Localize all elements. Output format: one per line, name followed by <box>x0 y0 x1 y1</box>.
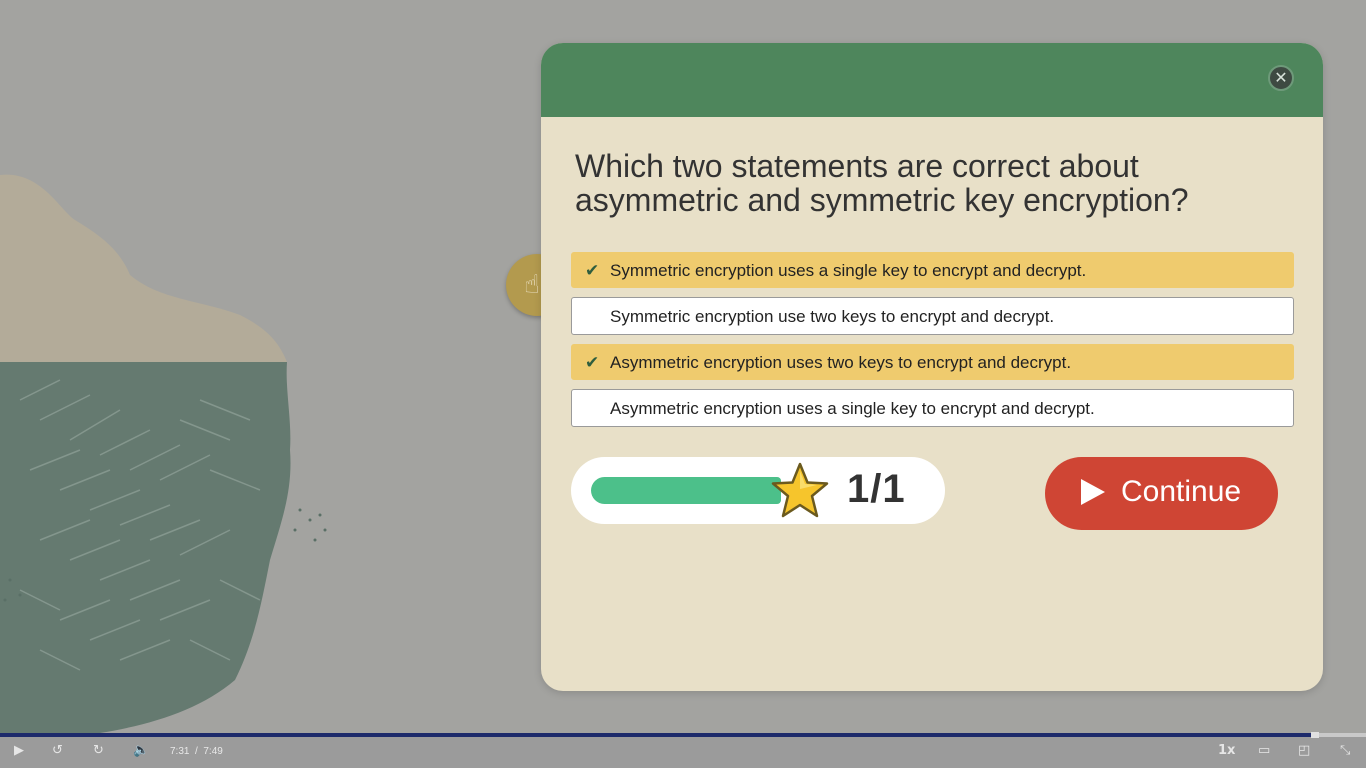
answer-option[interactable]: ✔ Asymmetric encryption uses two keys to… <box>571 344 1294 380</box>
close-button[interactable]: ✕ <box>1268 65 1294 91</box>
check-icon: ✔ <box>585 353 600 373</box>
continue-button[interactable]: Continue <box>1045 457 1278 530</box>
exit-fullscreen-icon[interactable]: ⤡ <box>1340 743 1350 758</box>
score-text: 1/1 <box>847 467 906 511</box>
current-time: 7:31 <box>170 746 190 757</box>
answer-option-label: Asymmetric encryption uses two keys to e… <box>610 353 1072 372</box>
star-icon <box>771 462 829 518</box>
time-separator: / <box>195 746 198 757</box>
quiz-modal: ✕ Which two statements are correct about… <box>541 43 1323 691</box>
rewind-10-icon[interactable]: ↺ <box>52 743 63 758</box>
picture-in-picture-icon[interactable]: ◰ <box>1298 743 1310 758</box>
play-icon <box>1081 479 1105 505</box>
modal-header: ✕ <box>541 43 1323 117</box>
answer-option[interactable]: ✔ Symmetric encryption uses a single key… <box>571 252 1294 288</box>
answer-option-label: Asymmetric encryption uses a single key … <box>610 399 1095 418</box>
total-time: 7:49 <box>203 746 223 757</box>
score-progress-fill <box>591 477 781 504</box>
seek-bar-fill <box>0 733 1316 737</box>
question-text: Which two statements are correct about a… <box>575 148 1189 218</box>
seek-bar[interactable] <box>0 732 1366 738</box>
close-icon: ✕ <box>1274 68 1288 87</box>
hand-icon: ☝ <box>524 270 540 300</box>
seek-thumb[interactable] <box>1311 732 1320 738</box>
time-display: 7:31 / 7:49 <box>170 746 223 757</box>
play-pause-icon[interactable]: ▶ <box>14 743 24 758</box>
answer-option-label: Symmetric encryption use two keys to enc… <box>610 307 1055 326</box>
player-controls: ▶ ↺ ↻ 🔈 7:31 / 7:49 1x ▭ ◰ ⤡ <box>0 732 1366 768</box>
captions-icon[interactable]: ▭ <box>1258 743 1270 758</box>
answer-option[interactable]: Asymmetric encryption uses a single key … <box>571 389 1294 427</box>
score-progress-bar <box>591 477 791 504</box>
continue-button-label: Continue <box>1121 475 1242 508</box>
forward-10-icon[interactable]: ↻ <box>93 743 104 758</box>
score-indicator: 1/1 <box>571 457 945 524</box>
volume-icon[interactable]: 🔈 <box>133 743 149 758</box>
answer-option-label: Symmetric encryption uses a single key t… <box>610 261 1087 280</box>
playback-speed-button[interactable]: 1x <box>1218 743 1235 758</box>
check-icon: ✔ <box>585 261 600 281</box>
answer-option[interactable]: Symmetric encryption use two keys to enc… <box>571 297 1294 335</box>
